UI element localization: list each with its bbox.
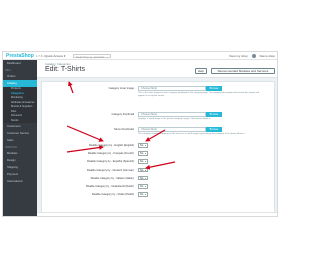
page-header: Catalog / Categories Edit: T-Shirts Help… [37,60,277,78]
quick-access-menu[interactable]: Quick Access ▾ [45,54,65,58]
disable-category-label: Disable Category by - Nederlands (Dutch) [85,185,134,188]
sidebar: Dashboard SELL Orders Catalog Products Catego… [3,60,37,216]
chevron-down-icon: ▾ [144,161,146,164]
cover-image-file-input[interactable]: Choose file(s) [138,86,206,91]
chevron-down-icon: ▾ [144,169,146,172]
sidebar-item[interactable]: Orders [3,73,37,80]
logo-text: PrestaShop [6,53,34,59]
chevron-down-icon: ▾ [144,186,146,188]
chevron-down-icon: ▾ [144,153,146,156]
chevron-down-icon: ▾ [144,145,146,147]
menu-thumbnails-file-input[interactable]: Choose file(s) [138,127,206,132]
disable-category-select[interactable]: No ▾ [138,184,148,189]
sidebar-item[interactable]: Design [3,157,37,164]
menu-thumbnails-label: Menu thumbnails [114,128,134,131]
disable-category-label: Disable Category by - English (English) [88,144,134,147]
sidebar-item[interactable]: Customers [3,123,37,130]
sidebar-item[interactable]: Catalog [3,80,37,87]
top-bar: PrestaShop 1.7.6.1 Quick Access ▾ Search … [3,52,277,62]
select-value: No [140,176,144,180]
sidebar-item[interactable]: Dashboard [3,60,37,67]
disable-category-select[interactable]: No ▾ [138,192,148,197]
disable-category-label: Disable Category by - Español (Spanish) [87,160,134,164]
menu-thumbnails-help: The category thumbnail appears in the me… [138,133,246,135]
version-label: 1.7.6.1 [35,54,45,58]
sidebar-item[interactable]: Shipping [3,164,37,171]
view-shop-link[interactable]: View my shop [229,54,248,58]
avatar[interactable] [251,54,256,58]
chevron-down-icon: ▾ [144,194,146,197]
screenshot: PrestaShop 1.7.6.1 Quick Access ▾ Search … [2,51,278,217]
disable-category-select[interactable]: No ▾ [138,167,148,173]
disable-category-label: Disable Category by - Polski (Polish) [91,193,134,197]
select-value: No [140,152,144,156]
disable-category-select[interactable]: No ▾ [138,175,148,181]
disable-category-label: Disable Category by - Italiano (Italian) [90,176,134,180]
disable-category-label: Disable Category by - Français (French) [87,152,134,156]
thumbnail-browse-button[interactable]: Browse [206,112,222,117]
chevron-down-icon: ▾ [144,177,146,180]
search-input[interactable]: Search (e.g.: product reference...) [73,53,111,62]
image-frame: PrestaShop 1.7.6.1 Quick Access ▾ Search … [0,0,280,280]
page-title: Edit: T-Shirts [45,66,85,73]
recommended-modules-button[interactable]: Recommended Modules and Services [211,68,275,74]
cover-image-help: This is the main image for your category… [138,92,260,97]
disable-category-select[interactable]: No ▾ [138,151,148,156]
sidebar-item[interactable]: Modules [3,150,37,157]
sidebar-item[interactable]: Payment [3,171,37,178]
cover-image-browse-button[interactable]: Browse [206,86,222,91]
select-value: No [140,160,144,164]
menu-thumbnails-browse-button[interactable]: Browse [206,127,222,132]
disable-category-label: Disable Category by - Deutsch (German) [87,168,134,172]
help-button[interactable]: Help [194,68,207,74]
disable-category-select[interactable]: No ▾ [138,143,148,148]
select-value: No [140,185,144,188]
category-form: Category cover image Choose file(s) Brow… [41,81,275,216]
disable-category-select[interactable]: No ▾ [138,159,148,164]
thumbnail-help: Displays a small image in the parent cat… [138,118,211,120]
sidebar-item[interactable]: Customer Service [3,130,37,137]
shop-name[interactable]: Demo shop [260,54,275,58]
select-value: No [140,168,144,172]
cover-image-label: Category cover image [108,87,134,90]
top-right-actions: View my shop Demo shop [229,54,275,58]
select-value: No [140,193,144,197]
footer-bar [37,212,277,216]
sidebar-item[interactable]: International [3,178,37,185]
app-logo[interactable]: PrestaShop 1.7.6.1 [6,53,45,59]
thumbnail-label: Category thumbnail [111,113,135,116]
select-value: No [140,144,144,147]
sidebar-item[interactable]: Stats [3,137,37,144]
thumbnail-file-input[interactable]: Choose file(s) [138,112,206,117]
